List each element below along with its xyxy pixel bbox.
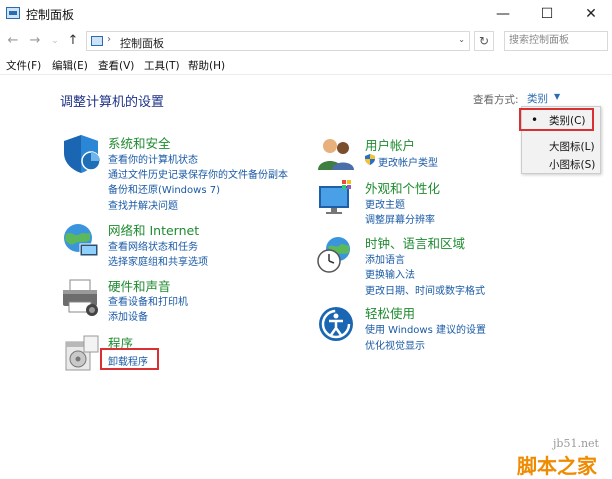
highlight-box-category: [519, 108, 594, 131]
close-button[interactable]: ✕: [570, 0, 612, 28]
window-title: 控制面板: [26, 8, 75, 22]
breadcrumb-separator: ›: [107, 34, 111, 45]
menu-view[interactable]: 查看(V): [98, 58, 134, 73]
forward-icon[interactable]: →: [26, 31, 44, 51]
address-bar: ← → ⌄ ↑ › 控制面板 ⌄ ↻ 搜索控制面板: [0, 28, 612, 54]
control-panel-small-icon: [91, 36, 103, 46]
category-ease-of-access[interactable]: 轻松使用: [365, 303, 415, 322]
link-devices-printers[interactable]: 查看设备和打印机: [108, 293, 188, 308]
shield-icon: [64, 135, 101, 173]
watermark-site: jb51.net: [553, 437, 599, 450]
menu-tools[interactable]: 工具(T): [144, 58, 180, 73]
category-system-security[interactable]: 系统和安全: [108, 133, 171, 152]
minimize-button[interactable]: —: [482, 0, 524, 28]
back-icon[interactable]: ←: [4, 31, 22, 51]
appearance-monitor-icon: [319, 180, 351, 214]
maximize-button[interactable]: ☐: [526, 0, 568, 28]
title-bar: 控制面板 — ☐ ✕: [0, 0, 612, 28]
category-user-accounts[interactable]: 用户帐户: [365, 135, 415, 154]
category-clock-language-region[interactable]: 时钟、语言和区域: [365, 233, 465, 252]
menu-bar: 文件(F) 编辑(E) 查看(V) 工具(T) 帮助(H): [0, 56, 612, 75]
recent-dropdown-icon[interactable]: ⌄: [46, 31, 64, 51]
link-add-language[interactable]: 添加语言: [365, 251, 405, 266]
globe-network-icon: [64, 224, 99, 257]
up-icon[interactable]: ↑: [64, 31, 82, 51]
menu-help[interactable]: 帮助(H): [188, 58, 225, 73]
category-appearance[interactable]: 外观和个性化: [365, 178, 440, 197]
menu-file[interactable]: 文件(F): [6, 58, 41, 73]
control-panel-icon: [6, 7, 20, 19]
view-option-large-icons[interactable]: 大图标(L): [522, 137, 600, 155]
search-placeholder: 搜索控制面板: [509, 35, 569, 46]
uac-shield-icon: [365, 154, 375, 165]
highlight-box-uninstall: [100, 348, 159, 370]
user-accounts-icon: [318, 139, 354, 170]
refresh-button[interactable]: ↻: [474, 31, 494, 51]
view-option-small-icons[interactable]: 小图标(S): [522, 155, 600, 173]
search-input[interactable]: 搜索控制面板: [504, 31, 608, 51]
link-change-theme[interactable]: 更改主题: [365, 196, 405, 211]
link-date-time-format[interactable]: 更改日期、时间或数字格式: [365, 282, 485, 297]
chevron-down-icon[interactable]: ⌄: [458, 35, 465, 44]
printer-icon: [63, 279, 98, 316]
link-view-computer-status[interactable]: 查看你的计算机状态: [108, 151, 198, 166]
link-add-device[interactable]: 添加设备: [108, 308, 148, 323]
link-screen-resolution[interactable]: 调整屏幕分辨率: [365, 211, 435, 226]
link-file-history[interactable]: 通过文件历史记录保存你的文件备份副本: [108, 166, 288, 181]
link-change-input-method[interactable]: 更换输入法: [365, 266, 415, 281]
watermark-logo-text: 脚本之家: [517, 454, 597, 478]
link-optimize-visual-display[interactable]: 优化视觉显示: [365, 337, 425, 352]
breadcrumb-control-panel[interactable]: 控制面板: [120, 35, 164, 51]
view-by-select[interactable]: 类别: [527, 91, 548, 106]
link-troubleshoot[interactable]: 查找并解决问题: [108, 197, 178, 212]
link-homegroup-sharing[interactable]: 选择家庭组和共享选项: [108, 253, 208, 268]
ease-of-access-icon: [319, 307, 353, 341]
view-by-label: 查看方式:: [473, 94, 519, 106]
page-title: 调整计算机的设置: [60, 95, 165, 110]
address-field[interactable]: › 控制面板 ⌄: [86, 31, 470, 51]
clock-globe-icon: [317, 237, 350, 273]
menu-edit[interactable]: 编辑(E): [52, 58, 88, 73]
dropdown-arrow-icon[interactable]: ▼: [554, 92, 560, 101]
link-change-account-type[interactable]: 更改帐户类型: [378, 154, 438, 169]
link-network-status[interactable]: 查看网络状态和任务: [108, 238, 198, 253]
programs-icon: [65, 335, 99, 371]
link-backup-restore[interactable]: 备份和还原(Windows 7): [108, 181, 220, 196]
category-network-internet[interactable]: 网络和 Internet: [108, 220, 199, 239]
link-recommended-settings[interactable]: 使用 Windows 建议的设置: [365, 321, 486, 336]
